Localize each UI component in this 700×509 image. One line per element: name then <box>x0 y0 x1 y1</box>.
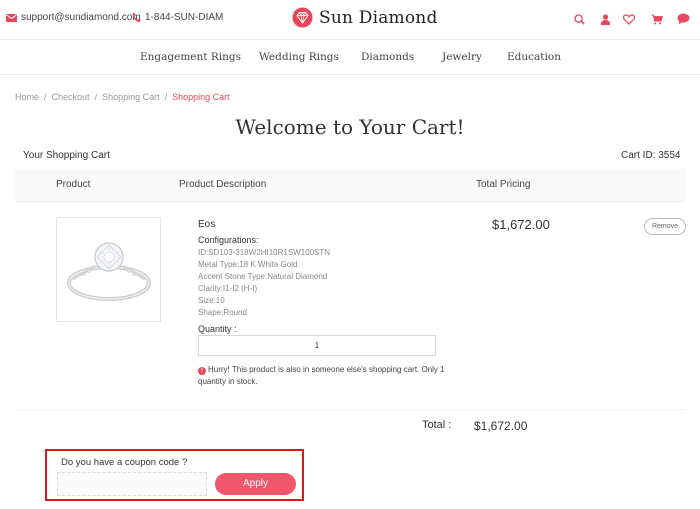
cart-table-header: Product Product Description Total Pricin… <box>15 169 685 202</box>
breadcrumb-home[interactable]: Home <box>15 92 39 102</box>
heart-icon <box>623 13 635 25</box>
apply-coupon-button[interactable]: Apply <box>215 473 296 495</box>
remove-button[interactable]: Remove <box>644 218 686 235</box>
header-product: Product <box>56 179 91 190</box>
stock-warning-text: Hurry! This product is also in someone e… <box>198 365 445 386</box>
breadcrumb-separator: / <box>94 92 98 102</box>
header-total-pricing: Total Pricing <box>476 179 531 190</box>
config-id: ID:SD103-318W2HI10R1SW100STN <box>198 248 331 257</box>
nav-education[interactable]: Education <box>507 51 561 63</box>
config-metal-type: Metal Type:18 K White Gold <box>198 260 298 269</box>
phone-icon <box>132 12 141 23</box>
header-description: Product Description <box>179 179 267 190</box>
alert-icon: ! <box>198 367 206 375</box>
cart-button[interactable] <box>649 11 665 27</box>
product-price: $1,672.00 <box>492 217 550 232</box>
envelope-icon <box>6 13 17 22</box>
product-image[interactable] <box>56 217 161 322</box>
config-shape: Shape:Round <box>198 308 247 317</box>
configurations-title: Configurations: <box>198 235 259 245</box>
breadcrumb-separator: / <box>164 92 168 102</box>
top-bar: support@sundiamond.com 1-844-SUN-DIAM Su… <box>0 0 700 40</box>
cart-icon <box>651 14 663 24</box>
quantity-label: Quantity : <box>198 324 237 334</box>
page-title: Welcome to Your Cart! <box>235 115 465 139</box>
total-value: $1,672.00 <box>474 419 528 433</box>
diamond-logo-icon <box>292 7 313 28</box>
quantity-input[interactable] <box>198 335 436 356</box>
phone-text: 1-844-SUN-DIAM <box>145 12 224 23</box>
nav-diamonds[interactable]: Diamonds <box>361 51 414 63</box>
product-name[interactable]: Eos <box>198 219 215 230</box>
breadcrumb-shopping-cart[interactable]: Shopping Cart <box>102 92 160 102</box>
config-accent-stone: Accent Stone Type:Natural Diamond <box>198 272 328 281</box>
breadcrumb-current: Shopping Cart <box>172 92 230 102</box>
config-clarity: Clarity:I1-I2 (H-I) <box>198 284 258 293</box>
stock-warning: ! Hurry! This product is also in someone … <box>198 364 463 388</box>
section-title: Your Shopping Cart <box>23 150 110 161</box>
user-icon <box>600 13 610 25</box>
coupon-input[interactable] <box>57 472 207 496</box>
chat-button[interactable] <box>675 11 691 27</box>
phone-contact[interactable]: 1-844-SUN-DIAM <box>132 12 223 23</box>
coupon-section: Do you have a coupon code ? Apply <box>45 449 304 501</box>
main-nav: Engagement Rings Wedding Rings Diamonds … <box>0 41 700 75</box>
nav-wedding-rings[interactable]: Wedding Rings <box>259 51 339 63</box>
wishlist-button[interactable] <box>621 11 637 27</box>
email-contact[interactable]: support@sundiamond.com <box>6 12 141 23</box>
account-button[interactable] <box>597 11 613 27</box>
chat-icon <box>677 13 689 25</box>
email-text: support@sundiamond.com <box>21 12 141 23</box>
divider <box>15 409 685 410</box>
breadcrumb-separator: / <box>44 92 47 102</box>
search-icon <box>573 13 585 25</box>
nav-jewelry[interactable]: Jewelry <box>442 51 482 63</box>
coupon-label: Do you have a coupon code ? <box>61 457 188 468</box>
search-button[interactable] <box>571 11 587 27</box>
brand-name: Sun Diamond <box>319 7 438 28</box>
ring-image <box>66 241 151 301</box>
cart-id: Cart ID: 3554 <box>621 150 681 161</box>
breadcrumb: Home / Checkout / Shopping Cart / Shoppi… <box>15 92 230 102</box>
total-label: Total : <box>422 419 452 431</box>
config-size: Size:10 <box>198 296 225 305</box>
breadcrumb-checkout[interactable]: Checkout <box>52 92 90 102</box>
nav-engagement-rings[interactable]: Engagement Rings <box>140 51 241 63</box>
brand-logo[interactable]: Sun Diamond <box>292 7 438 28</box>
